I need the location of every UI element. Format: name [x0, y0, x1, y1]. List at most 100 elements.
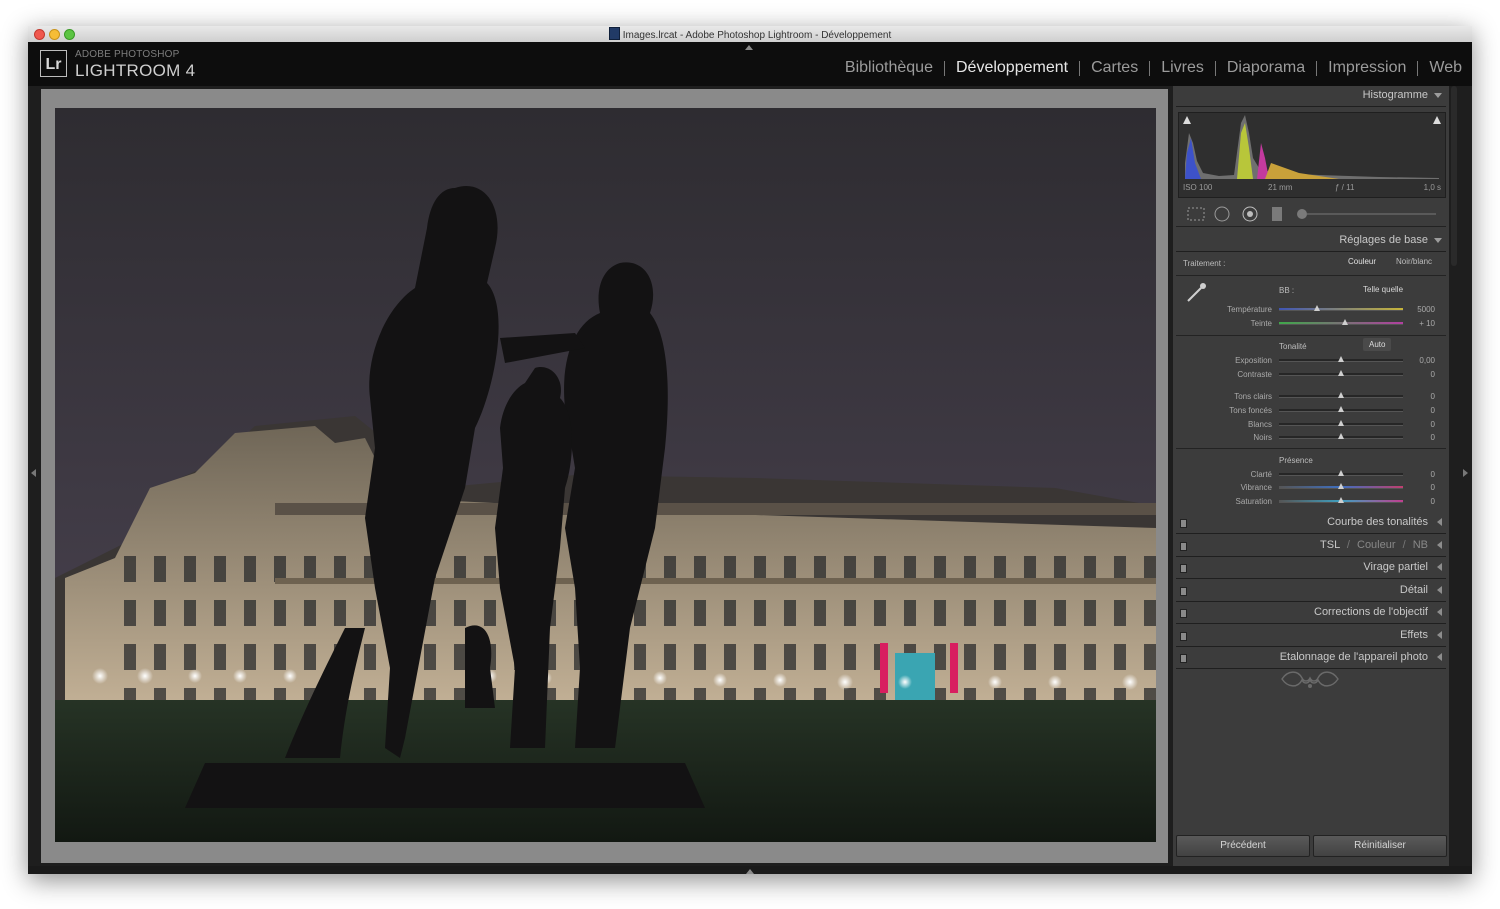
- module-slideshow[interactable]: Diaporama: [1227, 59, 1305, 77]
- module-book[interactable]: Livres: [1161, 59, 1204, 77]
- panel-detail[interactable]: Détail: [1176, 581, 1446, 602]
- expand-icon[interactable]: [1437, 541, 1442, 549]
- bottom-panel-toggle-icon[interactable]: [746, 869, 754, 874]
- collapse-icon[interactable]: [1434, 238, 1442, 243]
- eyedropper-icon[interactable]: [1183, 280, 1209, 306]
- wb-select[interactable]: Telle quelle: [1363, 285, 1403, 294]
- contrast-thumb[interactable]: [1338, 370, 1344, 376]
- treatment-bw-button[interactable]: Noir/blanc: [1396, 257, 1432, 266]
- panel-tone-curve[interactable]: Courbe des tonalités: [1176, 513, 1446, 534]
- document-icon: [608, 27, 620, 40]
- window-title-text: Images.lrcat - Adobe Photoshop Lightroom…: [622, 30, 892, 41]
- saturation-thumb[interactable]: [1338, 497, 1344, 503]
- module-web[interactable]: Web: [1429, 59, 1462, 77]
- module-print[interactable]: Impression: [1328, 59, 1406, 77]
- contrast-value[interactable]: 0: [1395, 370, 1435, 379]
- whites-thumb[interactable]: [1338, 420, 1344, 426]
- panel-camera-calibration[interactable]: Etalonnage de l'appareil photo: [1176, 648, 1446, 669]
- basic-header[interactable]: Réglages de base: [1176, 231, 1446, 252]
- panel-switch-icon[interactable]: [1180, 542, 1187, 551]
- expand-icon[interactable]: [1437, 653, 1442, 661]
- clarity-value[interactable]: 0: [1395, 470, 1435, 479]
- temperature-thumb[interactable]: [1314, 305, 1321, 311]
- right-panel-scrollbar[interactable]: [1451, 86, 1457, 266]
- crop-icon: [1187, 207, 1205, 221]
- panel-title: Courbe des tonalités: [1327, 516, 1428, 528]
- panel-effects[interactable]: Effets: [1176, 626, 1446, 647]
- tint-value[interactable]: + 10: [1395, 319, 1435, 328]
- auto-tone-button[interactable]: Auto: [1363, 338, 1392, 351]
- vibrance-label: Vibrance: [1240, 483, 1272, 492]
- panel-title: TSL / Couleur / NB: [1320, 539, 1428, 551]
- graduated-filter-icon: [1272, 207, 1282, 221]
- saturation-value[interactable]: 0: [1395, 497, 1435, 506]
- temperature-value[interactable]: 5000: [1395, 305, 1435, 314]
- module-map[interactable]: Cartes: [1091, 59, 1138, 77]
- panel-switch-icon[interactable]: [1180, 609, 1187, 618]
- exposure-value[interactable]: 0,00: [1395, 356, 1435, 365]
- left-panel-toggle-icon[interactable]: [31, 469, 36, 477]
- right-panel-toggle-icon[interactable]: [1463, 469, 1468, 477]
- shadows-value[interactable]: 0: [1395, 406, 1435, 415]
- treatment-color-button[interactable]: Couleur: [1348, 257, 1376, 266]
- exposure-thumb[interactable]: [1338, 356, 1344, 362]
- module-separator: [1149, 60, 1151, 76]
- bw-tab[interactable]: NB: [1413, 539, 1428, 551]
- presence-label: Présence: [1279, 456, 1313, 465]
- tab-separator: /: [1346, 539, 1350, 551]
- hsl-tab[interactable]: TSL: [1320, 539, 1340, 551]
- highlights-value[interactable]: 0: [1395, 392, 1435, 401]
- vibrance-value[interactable]: 0: [1395, 483, 1435, 492]
- wb-label: BB :: [1279, 286, 1295, 295]
- panel-title: Corrections de l'objectif: [1314, 606, 1428, 618]
- reset-button[interactable]: Réinitialiser: [1313, 835, 1447, 857]
- panel-switch-icon[interactable]: [1180, 519, 1187, 528]
- panel-hsl[interactable]: TSL / Couleur / NB: [1176, 536, 1446, 557]
- temperature-slider[interactable]: [1279, 308, 1403, 311]
- color-tab[interactable]: Couleur: [1357, 539, 1396, 551]
- treatment-label: Traitement :: [1183, 259, 1226, 268]
- panel-title: Virage partiel: [1363, 561, 1428, 573]
- blacks-label: Noirs: [1253, 433, 1272, 442]
- brand-line-1: ADOBE PHOTOSHOP: [75, 49, 180, 60]
- panel-split-toning[interactable]: Virage partiel: [1176, 558, 1446, 579]
- expand-icon[interactable]: [1437, 563, 1442, 571]
- expand-icon[interactable]: [1437, 608, 1442, 616]
- panel-switch-icon[interactable]: [1180, 564, 1187, 573]
- shadows-label: Tons foncés: [1229, 406, 1272, 415]
- whites-label: Blancs: [1247, 420, 1272, 429]
- panel-switch-icon[interactable]: [1180, 587, 1187, 596]
- highlights-thumb[interactable]: [1338, 392, 1344, 398]
- vibrance-thumb[interactable]: [1338, 483, 1344, 489]
- collapse-icon[interactable]: [1434, 93, 1442, 98]
- brand-line-2: LIGHTROOM 4: [75, 61, 196, 80]
- histogram-graph: [1185, 115, 1439, 179]
- blacks-value[interactable]: 0: [1395, 433, 1435, 442]
- histogram-header[interactable]: Histogramme: [1176, 86, 1446, 107]
- whites-value[interactable]: 0: [1395, 420, 1435, 429]
- tab-separator: /: [1402, 539, 1406, 551]
- module-separator: [1079, 60, 1081, 76]
- bottom-buttons: Précédent Réinitialiser: [1176, 835, 1447, 857]
- right-panel: Histogramme ISO 100 21 mm ƒ / 11 1,0 s R…: [1173, 86, 1449, 866]
- saturation-label: Saturation: [1235, 497, 1272, 506]
- top-panel-toggle-icon[interactable]: [745, 45, 753, 50]
- photo-preview[interactable]: [55, 108, 1156, 842]
- clarity-thumb[interactable]: [1338, 470, 1344, 476]
- panel-switch-icon[interactable]: [1180, 654, 1187, 663]
- expand-icon[interactable]: [1437, 631, 1442, 639]
- panel-end-ornament-icon: [1281, 671, 1339, 688]
- shadows-thumb[interactable]: [1338, 406, 1344, 412]
- panel-lens-corrections[interactable]: Corrections de l'objectif: [1176, 603, 1446, 624]
- previous-button[interactable]: Précédent: [1176, 835, 1310, 857]
- blacks-thumb[interactable]: [1338, 433, 1344, 439]
- module-library[interactable]: Bibliothèque: [845, 59, 933, 77]
- module-develop[interactable]: Développement: [956, 59, 1068, 77]
- expand-icon[interactable]: [1437, 586, 1442, 594]
- divider: [1176, 275, 1446, 276]
- expand-icon[interactable]: [1437, 518, 1442, 526]
- tint-thumb[interactable]: [1341, 319, 1348, 325]
- tint-label: Teinte: [1250, 319, 1272, 328]
- panel-switch-icon[interactable]: [1180, 632, 1187, 641]
- title-bar: Images.lrcat - Adobe Photoshop Lightroom…: [28, 26, 1472, 43]
